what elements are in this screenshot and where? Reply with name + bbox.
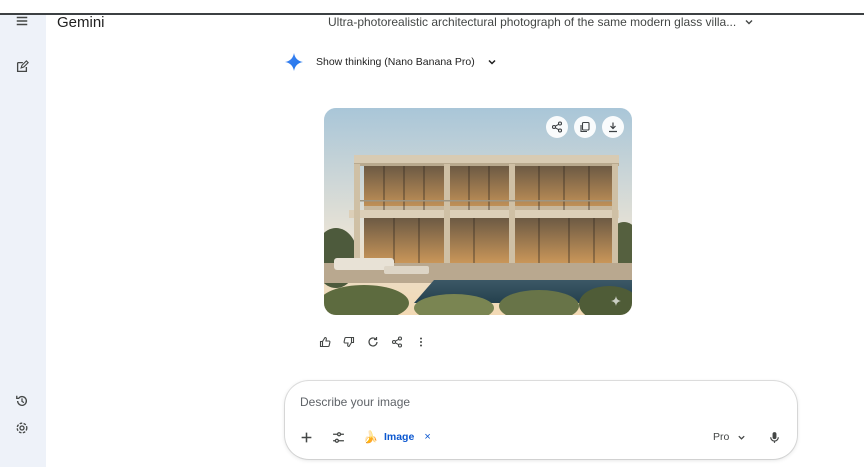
image-tool-chip[interactable]: 🍌 Image × [363, 427, 431, 447]
chat-title: Ultra-photorealistic architectural photo… [328, 15, 737, 29]
new-chat-icon [16, 60, 29, 73]
more-options-button[interactable] [412, 333, 430, 351]
prompt-input[interactable] [300, 393, 770, 411]
more-vert-icon [420, 337, 422, 347]
image-toolbar [546, 116, 624, 138]
plus-icon [301, 432, 311, 442]
response-actions [316, 333, 430, 351]
chat-title-dropdown[interactable]: Ultra-photorealistic architectural photo… [328, 15, 768, 29]
menu-button[interactable] [8, 7, 36, 35]
gemini-app: Gemini Ultra-photorealistic architectura… [0, 0, 864, 467]
good-response-button[interactable] [316, 333, 334, 351]
show-thinking-toggle[interactable]: Show thinking (Nano Banana Pro) [284, 52, 497, 72]
model-label: Pro [713, 431, 730, 443]
app-title[interactable]: Gemini [57, 14, 105, 31]
history-icon [16, 395, 28, 406]
menu-icon [16, 16, 28, 26]
new-chat-button[interactable] [8, 53, 36, 81]
chevron-down-icon [738, 435, 745, 440]
microphone-button[interactable] [765, 426, 783, 448]
thumbs-down-icon [343, 336, 355, 348]
settings-button[interactable] [8, 414, 36, 442]
share-icon [551, 121, 563, 133]
tools-button[interactable] [329, 426, 347, 448]
chevron-down-icon [745, 20, 753, 25]
prompt-composer: 🍌 Image × Pro [285, 381, 797, 459]
thinking-label: Show thinking (Nano Banana Pro) [316, 56, 475, 68]
model-selector[interactable]: Pro [713, 427, 746, 447]
regenerate-button[interactable] [364, 333, 382, 351]
close-icon[interactable]: × [424, 431, 430, 443]
sidebar-rail [0, 15, 46, 467]
download-image-button[interactable] [602, 116, 624, 138]
microphone-icon [769, 431, 779, 443]
copy-image-button[interactable] [574, 116, 596, 138]
image-chip-label: Image [383, 431, 415, 443]
share-image-button[interactable] [546, 116, 568, 138]
chevron-down-icon [488, 59, 496, 65]
settings-icon [16, 422, 28, 434]
top-bar: Gemini Ultra-photorealistic architectura… [46, 0, 864, 48]
bad-response-button[interactable] [340, 333, 358, 351]
share-response-button[interactable] [388, 333, 406, 351]
copy-icon [580, 121, 590, 133]
regenerate-icon [368, 337, 378, 347]
history-button[interactable] [8, 387, 36, 415]
share-icon [391, 336, 403, 348]
download-icon [609, 122, 617, 133]
villa-photo [324, 108, 632, 315]
generated-image[interactable] [324, 108, 632, 315]
tune-icon [332, 431, 344, 443]
add-button[interactable] [297, 426, 315, 448]
thumbs-up-icon [319, 336, 331, 348]
gemini-sparkle-icon [284, 52, 304, 72]
banana-icon: 🍌 [363, 430, 378, 444]
